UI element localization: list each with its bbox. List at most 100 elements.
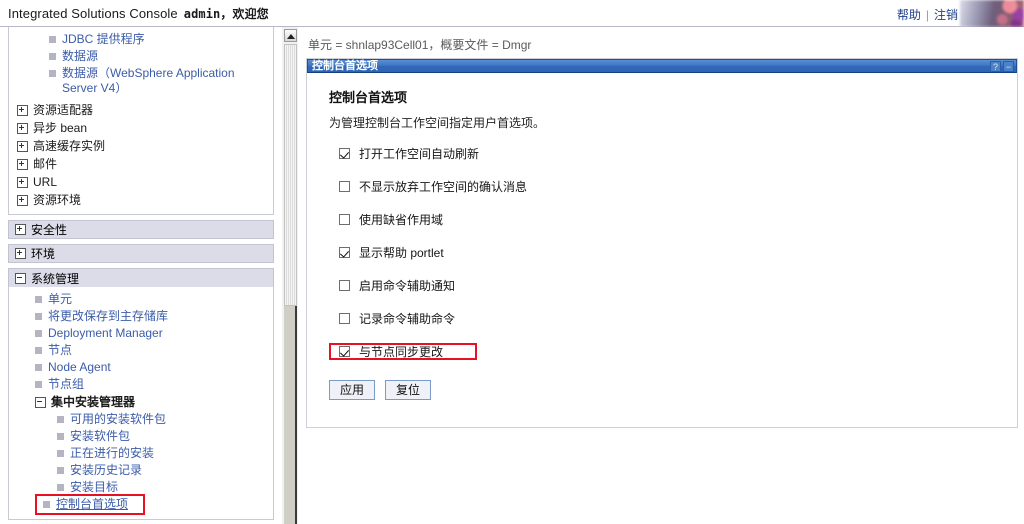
reset-button[interactable]: 复位 xyxy=(385,380,432,400)
sidebar-item-data-sources[interactable]: 数据源 xyxy=(9,48,273,65)
sidebar-item-available-install-packages[interactable]: 可用的安装软件包 xyxy=(9,411,273,428)
minimize-icon[interactable]: − xyxy=(1003,60,1014,72)
expand-plus-icon[interactable] xyxy=(17,122,28,134)
checkbox-auto-refresh[interactable] xyxy=(339,148,350,159)
collapse-minus-icon[interactable] xyxy=(35,396,46,408)
sidebar-item-jdbc-providers[interactable]: JDBC 提供程序 xyxy=(9,31,273,48)
collapse-minus-icon[interactable] xyxy=(15,272,26,284)
sidebar-item-label[interactable]: Node Agent xyxy=(48,360,111,375)
page-title: 控制台首选项 xyxy=(329,90,408,105)
bullet-icon xyxy=(35,347,42,354)
checkbox-show-help-portlet[interactable] xyxy=(339,247,350,258)
sidebar-item-label[interactable]: 正在进行的安装 xyxy=(70,446,154,461)
sidebar-item-label[interactable]: 安装历史记录 xyxy=(70,463,142,478)
checkbox-row-no-confirm-discard[interactable]: 不显示放弃工作空间的确认消息 xyxy=(329,178,529,195)
sidebar-category-label: 环境 xyxy=(31,247,56,261)
checkbox-row-synchronize-changes-with-nodes[interactable]: 与节点同步更改 xyxy=(329,343,477,360)
logout-link[interactable]: 注销 xyxy=(934,8,958,22)
expand-plus-icon[interactable] xyxy=(17,158,28,170)
sidebar-item-label: 邮件 xyxy=(33,157,58,171)
sidebar-item-label[interactable]: 安装目标 xyxy=(70,480,118,495)
sidebar-item-label[interactable]: 数据源 xyxy=(62,49,98,64)
sidebar-item-label[interactable]: 单元 xyxy=(48,292,72,307)
sidebar-item-mail[interactable]: 邮件 xyxy=(9,155,273,173)
bullet-icon xyxy=(43,501,50,508)
portlet-body: 控制台首选项 为管理控制台工作空间指定用户首选项。 打开工作空间自动刷新 不显示… xyxy=(307,73,1017,427)
sidebar-item-label: 高速缓存实例 xyxy=(33,139,106,153)
navigation-sidebar: JDBC 提供程序 数据源 数据源（WebSphere Application … xyxy=(0,27,282,524)
button-row: 应用 复位 xyxy=(329,380,1017,400)
sidebar-item-node-groups[interactable]: 节点组 xyxy=(9,376,273,393)
link-separator: | xyxy=(925,8,929,22)
header-links: 帮助 | 注销 xyxy=(897,6,958,23)
expand-plus-icon[interactable] xyxy=(15,224,26,235)
sidebar-item-save-changes-to-master-repository[interactable]: 将更改保存到主存储库 xyxy=(9,308,273,325)
sidebar-item-label[interactable]: 安装软件包 xyxy=(70,429,130,444)
bullet-icon xyxy=(49,36,56,43)
scrollbar-track[interactable] xyxy=(284,306,297,524)
apply-button[interactable]: 应用 xyxy=(329,380,376,400)
sidebar-category-label: 安全性 xyxy=(31,223,68,237)
sidebar-category-environment[interactable]: 环境 xyxy=(8,244,274,263)
expand-plus-icon[interactable] xyxy=(17,176,28,188)
sidebar-item-resource-environment[interactable]: 资源环境 xyxy=(9,191,273,209)
bullet-icon xyxy=(35,296,42,303)
sidebar-item-deployment-manager[interactable]: Deployment Manager xyxy=(9,325,273,342)
sidebar-item-label[interactable]: 控制台首选项 xyxy=(56,497,128,512)
expand-plus-icon[interactable] xyxy=(15,248,26,259)
sidebar-item-label[interactable]: 可用的安装软件包 xyxy=(70,412,166,427)
sidebar-category-system-administration[interactable]: 系统管理 xyxy=(8,268,274,287)
system-admin-nav-box: 单元 将更改保存到主存储库 Deployment Manager 节点 Node… xyxy=(8,287,274,520)
checkbox-synchronize-changes-with-nodes[interactable] xyxy=(339,346,350,357)
sidebar-item-label: URL xyxy=(33,175,58,189)
checkbox-row-use-default-scope[interactable]: 使用缺省作用域 xyxy=(329,211,497,228)
sidebar-item-label[interactable]: Deployment Manager xyxy=(48,326,163,341)
sidebar-item-installation-targets[interactable]: 安装目标 xyxy=(9,479,273,496)
sidebar-item-label: 资源环境 xyxy=(33,193,82,207)
help-icon[interactable]: ? xyxy=(990,60,1001,72)
checkbox-row-enable-command-assist-notify[interactable]: 启用命令辅助通知 xyxy=(329,277,497,294)
sidebar-category-security[interactable]: 安全性 xyxy=(8,220,274,239)
checkbox-row-show-help-portlet[interactable]: 显示帮助 portlet xyxy=(329,244,497,261)
checkbox-row-auto-refresh[interactable]: 打开工作空间自动刷新 xyxy=(329,145,497,162)
bullet-icon xyxy=(35,364,42,371)
sidebar-item-installation-history[interactable]: 安装历史记录 xyxy=(9,462,273,479)
sidebar-item-cache-instances[interactable]: 高速缓存实例 xyxy=(9,137,273,155)
expand-plus-icon[interactable] xyxy=(17,104,28,116)
sidebar-item-label[interactable]: 数据源（WebSphere Application Server V4） xyxy=(62,66,257,96)
sidebar-item-installations-in-progress[interactable]: 正在进行的安装 xyxy=(9,445,273,462)
sidebar-group-centralized-install-manager[interactable]: 集中安装管理器 xyxy=(9,393,273,411)
sidebar-item-install-packages[interactable]: 安装软件包 xyxy=(9,428,273,445)
sidebar-item-label[interactable]: 节点 xyxy=(48,343,72,358)
sidebar-item-async-beans[interactable]: 异步 bean xyxy=(9,119,273,137)
bullet-icon xyxy=(57,484,64,491)
checkbox-enable-command-assist-notify[interactable] xyxy=(339,280,350,291)
checkbox-label: 打开工作空间自动刷新 xyxy=(359,147,480,161)
sidebar-item-console-preferences[interactable]: 控制台首选项 xyxy=(35,494,145,515)
checkbox-use-default-scope[interactable] xyxy=(339,214,350,225)
sidebar-item-label[interactable]: JDBC 提供程序 xyxy=(62,32,145,47)
scrollbar-thumb[interactable] xyxy=(284,44,297,306)
checkbox-row-log-command-assist[interactable]: 记录命令辅助命令 xyxy=(329,310,497,327)
checkbox-log-command-assist[interactable] xyxy=(339,313,350,324)
sidebar-item-label[interactable]: 将更改保存到主存储库 xyxy=(48,309,168,324)
checkbox-label: 启用命令辅助通知 xyxy=(359,279,456,293)
sidebar-item-url[interactable]: URL xyxy=(9,173,273,191)
sidebar-item-node-agent[interactable]: Node Agent xyxy=(9,359,273,376)
sidebar-item-data-sources-v4[interactable]: 数据源（WebSphere Application Server V4） xyxy=(9,65,282,97)
sidebar-item-label: 异步 bean xyxy=(33,121,88,135)
sidebar-item-label[interactable]: 节点组 xyxy=(48,377,84,392)
sidebar-item-nodes[interactable]: 节点 xyxy=(9,342,273,359)
help-link[interactable]: 帮助 xyxy=(897,8,921,22)
expand-plus-icon[interactable] xyxy=(17,140,28,152)
sidebar-item-resource-adapters[interactable]: 资源适配器 xyxy=(9,101,273,119)
page-description: 为管理控制台工作空间指定用户首选项。 xyxy=(329,116,546,130)
expand-plus-icon[interactable] xyxy=(17,194,28,206)
avatar xyxy=(960,0,1024,27)
scroll-up-arrow-icon[interactable] xyxy=(284,29,297,42)
current-user: admin xyxy=(183,7,221,21)
checkbox-label: 与节点同步更改 xyxy=(359,345,444,359)
sidebar-item-cell[interactable]: 单元 xyxy=(9,291,273,308)
sidebar-scrollbar[interactable] xyxy=(282,27,298,524)
checkbox-no-confirm-discard[interactable] xyxy=(339,181,350,192)
